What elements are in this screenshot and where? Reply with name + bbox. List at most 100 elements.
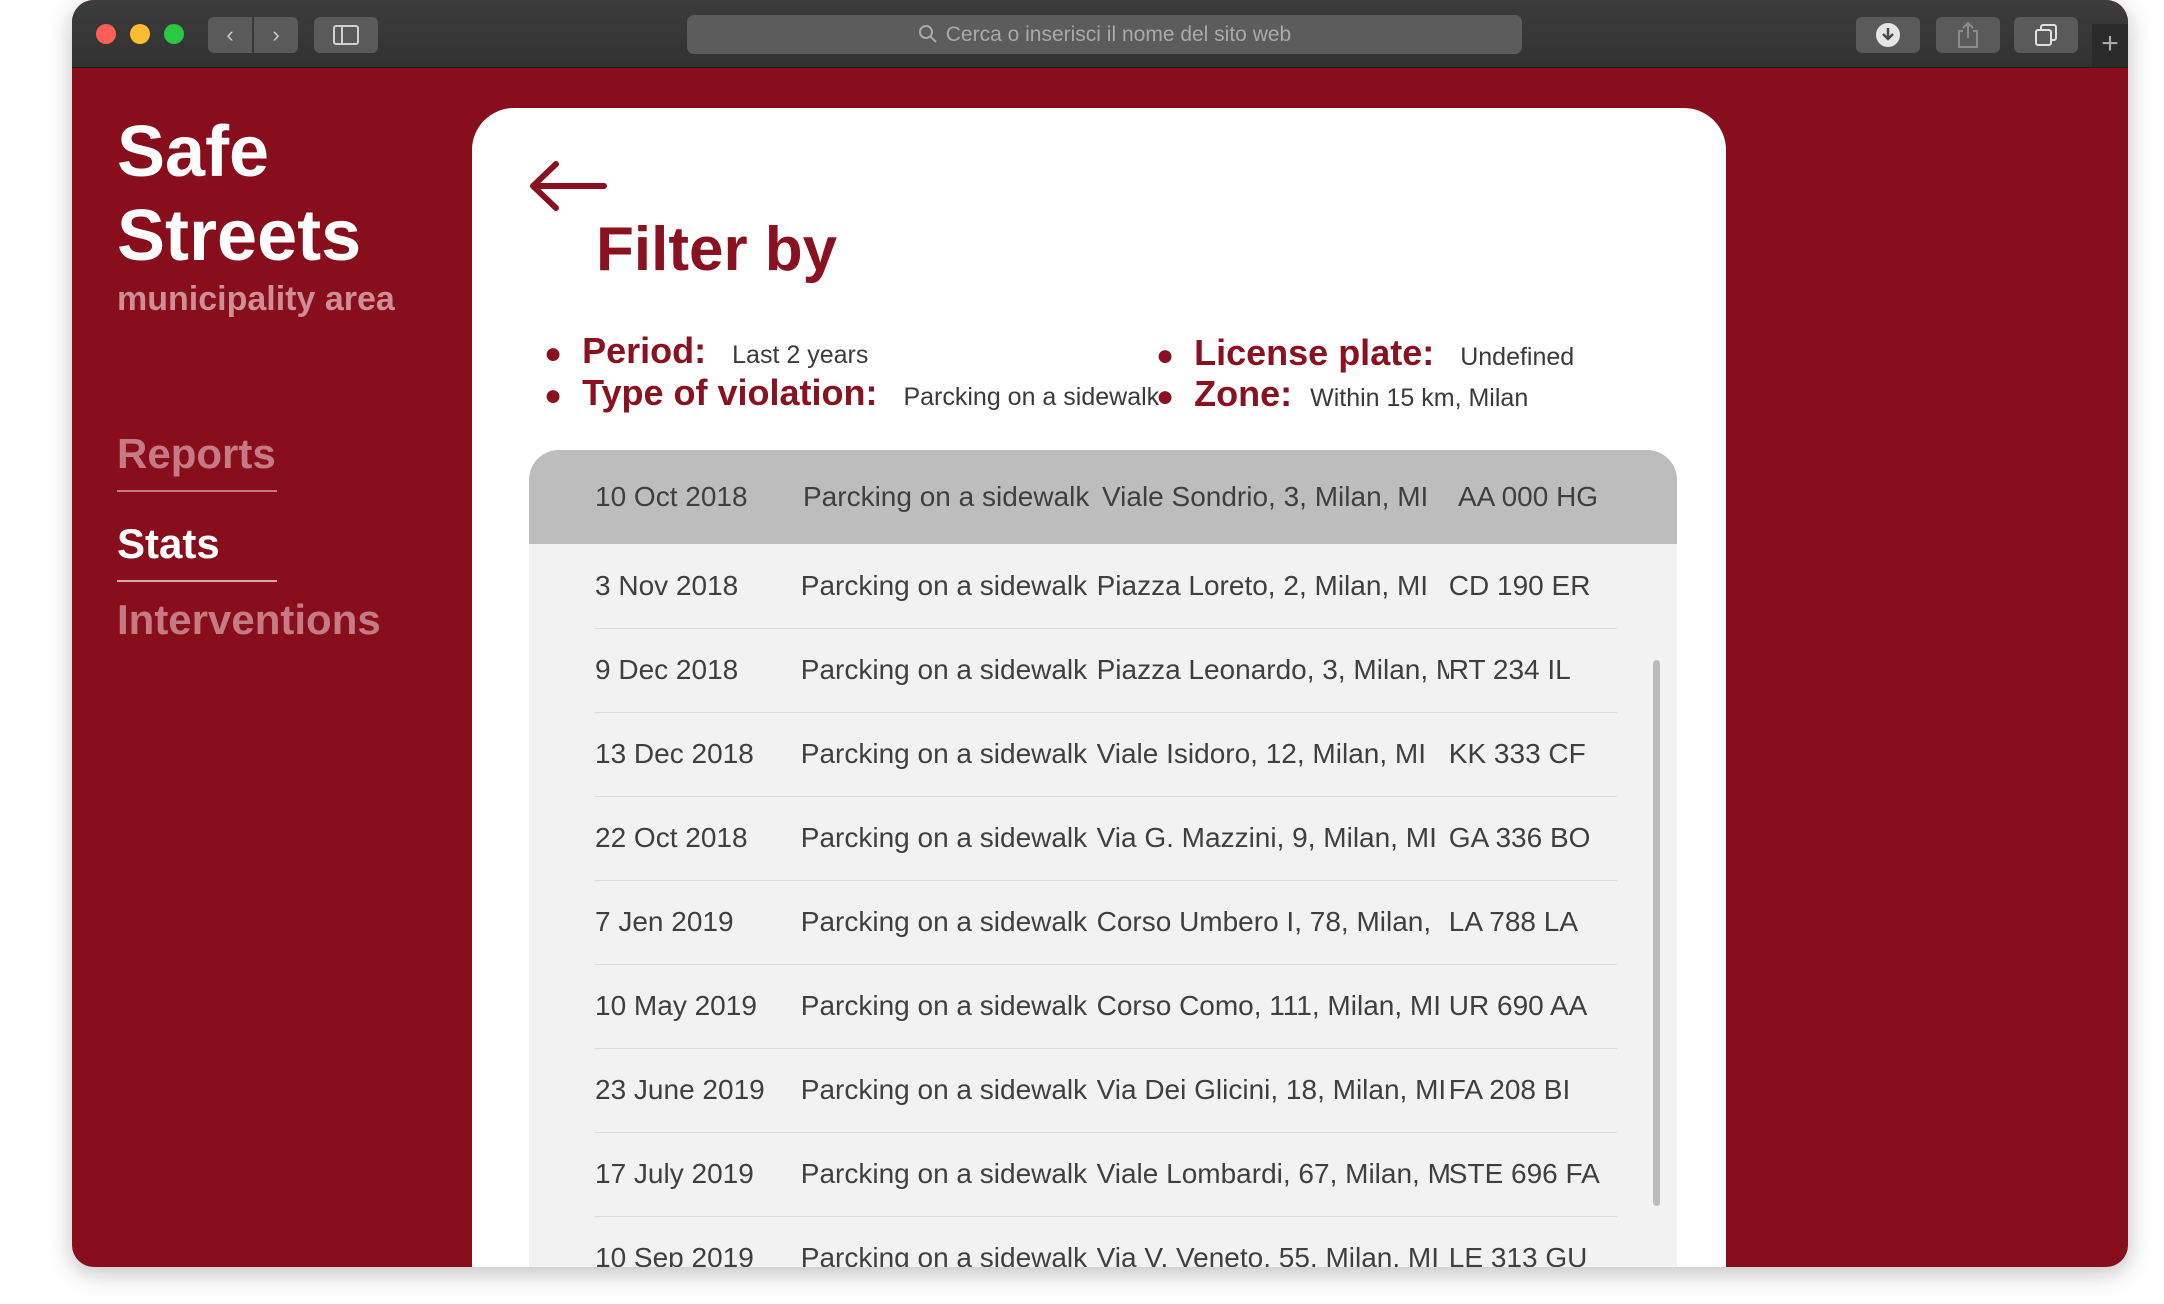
cell-plate: UR 690 AA — [1448, 990, 1588, 1021]
cell-type: Parcking on a sidewalk — [803, 481, 1090, 512]
cell-date: 3 Nov 2018 — [595, 570, 739, 601]
table-row[interactable]: 10 Sep 2019 Parcking on a sidewalk Via V… — [595, 1216, 1617, 1267]
share-icon — [1958, 21, 1978, 48]
cell-type: Parcking on a sidewalk — [800, 906, 1088, 937]
cell-type: Parcking on a sidewalk — [800, 822, 1088, 853]
table-row[interactable]: 10 Oct 2018 Parcking on a sidewalk Viale… — [529, 450, 1677, 544]
filter-plate-value: Undefined — [1460, 343, 1575, 371]
sidebar-toggle-button[interactable] — [314, 17, 378, 53]
cell-date: 9 Dec 2018 — [595, 654, 739, 685]
filter-period-value: Last 2 years — [732, 341, 869, 369]
cell-date: 7 Jen 2019 — [595, 906, 734, 937]
new-tab-button[interactable]: + — [2092, 24, 2128, 67]
filter-zone-label: Zone: — [1194, 373, 1293, 414]
cell-type: Parcking on a sidewalk — [800, 654, 1088, 685]
table-row[interactable]: 13 Dec 2018 Parcking on a sidewalk Viale… — [595, 712, 1617, 797]
cell-date: 10 Oct 2018 — [595, 481, 748, 512]
cell-address: Viale Lombardi, 67, Milan, MI — [1096, 1158, 1449, 1189]
cell-plate: KK 333 CF — [1448, 738, 1586, 769]
minimize-window-button[interactable] — [130, 24, 150, 44]
chevron-right-icon: › — [272, 22, 280, 47]
table-row[interactable]: 10 May 2019 Parcking on a sidewalk Corso… — [595, 964, 1617, 1049]
sidebar-icon — [333, 25, 359, 45]
filter-plate: ● License plate: Undefined — [1156, 332, 1574, 374]
search-icon — [918, 25, 937, 43]
filter-plate-label: License plate: — [1194, 332, 1435, 373]
cell-address: Piazza Loreto, 2, Milan, MI — [1096, 570, 1429, 601]
table-scrollbar[interactable] — [1653, 660, 1660, 1206]
table-row[interactable]: 23 June 2019 Parcking on a sidewalk Via … — [595, 1048, 1617, 1133]
cell-type: Parcking on a sidewalk — [800, 1158, 1088, 1189]
cell-date: 10 May 2019 — [595, 990, 757, 1021]
table-row[interactable]: 17 July 2019 Parcking on a sidewalk Vial… — [595, 1132, 1617, 1217]
violations-table: 10 Oct 2018 Parcking on a sidewalk Viale… — [529, 450, 1677, 1267]
filter-period: ● Period: Last 2 years — [544, 330, 868, 372]
bullet-icon: ● — [544, 337, 563, 370]
downloads-button[interactable] — [1856, 17, 1920, 53]
cell-address: Corso Umbero I, 78, Milan, — [1096, 906, 1432, 937]
plus-icon: + — [2101, 27, 2119, 60]
cell-address: Piazza Leonardo, 3, Milan, MI — [1096, 654, 1449, 685]
close-window-button[interactable] — [96, 24, 116, 44]
filter-type: ● Type of violation: Parcking on a sidew… — [544, 372, 1159, 414]
address-placeholder: Cerca o inserisci il nome del sito web — [945, 23, 1292, 46]
cell-plate: GA 336 BO — [1448, 822, 1591, 853]
download-icon — [1876, 23, 1900, 47]
filter-zone: ● Zone: Within 15 km, Milan — [1156, 373, 1528, 415]
cell-address: Corso Como, 111, Milan, MI — [1096, 990, 1442, 1021]
sidebar-item-stats[interactable]: Stats — [117, 520, 277, 582]
cell-type: Parcking on a sidewalk — [800, 1074, 1088, 1105]
filter-type-value: Parcking on a sidewalk — [903, 383, 1160, 411]
bullet-icon: ● — [544, 379, 563, 412]
results-card: Filter by ● Period: Last 2 years ● Type … — [472, 108, 1726, 1267]
brand-subtitle: municipality area — [117, 280, 395, 318]
browser-toolbar: ‹ › Cerca o inserisci il nome del sito w… — [72, 0, 2128, 68]
filter-title: Filter by — [596, 215, 838, 284]
zoom-window-button[interactable] — [164, 24, 184, 44]
table-row[interactable]: 9 Dec 2018 Parcking on a sidewalk Piazza… — [595, 628, 1617, 713]
cell-date: 22 Oct 2018 — [595, 822, 748, 853]
brand: Safe Streets municipality area — [117, 110, 417, 319]
cell-plate: LE 313 GU — [1448, 1242, 1588, 1267]
cell-date: 23 June 2019 — [595, 1074, 765, 1105]
cell-address: Via V. Veneto, 55, Milan, MI — [1096, 1242, 1440, 1267]
cell-address: Viale Sondrio, 3, Milan, MI — [1102, 481, 1429, 512]
cell-type: Parcking on a sidewalk — [800, 570, 1088, 601]
cell-plate: FA 208 BI — [1448, 1074, 1571, 1105]
back-arrow-icon[interactable] — [528, 160, 608, 212]
share-button[interactable] — [1936, 17, 2000, 53]
brand-title: Safe Streets — [117, 112, 362, 276]
cell-date: 13 Dec 2018 — [595, 738, 754, 769]
sidebar-item-reports[interactable]: Reports — [117, 430, 277, 492]
cell-plate: RT 234 IL — [1448, 654, 1571, 685]
browser-window: ‹ › Cerca o inserisci il nome del sito w… — [72, 0, 2128, 1267]
cell-type: Parcking on a sidewalk — [800, 1242, 1088, 1267]
address-bar[interactable]: Cerca o inserisci il nome del sito web — [687, 15, 1522, 54]
filter-zone-value: Within 15 km, Milan — [1310, 384, 1529, 412]
table-row[interactable]: 22 Oct 2018 Parcking on a sidewalk Via G… — [595, 796, 1617, 881]
cell-address: Viale Isidoro, 12, Milan, MI — [1096, 738, 1427, 769]
table-row[interactable]: 3 Nov 2018 Parcking on a sidewalk Piazza… — [595, 544, 1617, 629]
cell-address: Via Dei Glicini, 18, Milan, MI — [1096, 1074, 1447, 1105]
filter-type-label: Type of violation: — [582, 372, 878, 413]
table-row[interactable]: 7 Jen 2019 Parcking on a sidewalk Corso … — [595, 880, 1617, 965]
cell-address: Via G. Mazzini, 9, Milan, MI — [1096, 822, 1437, 853]
cell-plate: STE 696 FA — [1448, 1158, 1600, 1189]
cell-type: Parcking on a sidewalk — [800, 738, 1088, 769]
forward-nav-button[interactable]: › — [254, 17, 298, 53]
cell-date: 17 July 2019 — [595, 1158, 754, 1189]
chevron-left-icon: ‹ — [226, 22, 234, 47]
bullet-icon: ● — [1156, 380, 1175, 413]
back-nav-button[interactable]: ‹ — [208, 17, 252, 53]
cell-plate: AA 000 HG — [1458, 481, 1599, 512]
tab-overview-button[interactable] — [2014, 17, 2078, 53]
filter-period-label: Period: — [582, 330, 707, 371]
tabs-icon — [2035, 24, 2057, 46]
sidebar-item-interventions[interactable]: Interventions — [117, 596, 397, 644]
cell-plate: CD 190 ER — [1448, 570, 1591, 601]
sidebar-nav: Reports Stats Interventions — [117, 430, 397, 644]
cell-type: Parcking on a sidewalk — [800, 990, 1088, 1021]
bullet-icon: ● — [1156, 339, 1175, 372]
cell-plate: LA 788 LA — [1448, 906, 1579, 937]
cell-date: 10 Sep 2019 — [595, 1242, 754, 1267]
